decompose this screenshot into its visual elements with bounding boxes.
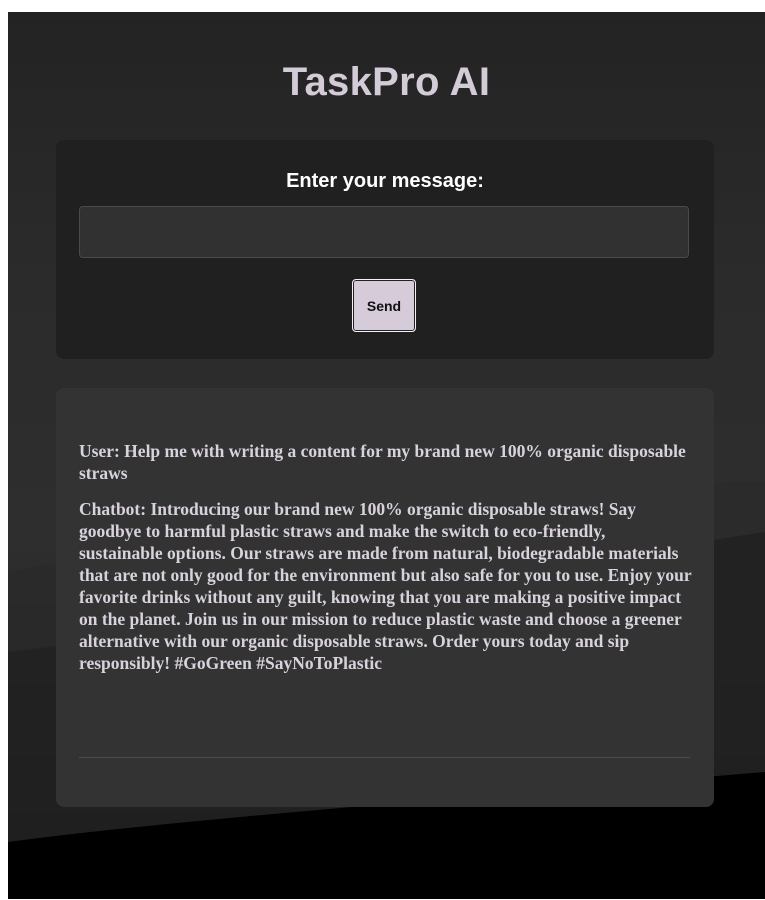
chat-panel: User: Help me with writing a content for… (56, 388, 714, 807)
message-input[interactable] (79, 206, 689, 258)
app-window: TaskPro AI Enter your message: Send User… (8, 12, 765, 899)
app-title: TaskPro AI (282, 60, 491, 104)
message-label: Enter your message: (286, 170, 484, 192)
chat-log: User: Help me with writing a content for… (79, 440, 693, 688)
chat-divider (79, 757, 690, 758)
message-form: Enter your message: Send (56, 140, 714, 359)
chat-message-user: User: Help me with writing a content for… (79, 441, 686, 483)
chat-message-chatbot: Chatbot: Introducing our brand new 100% … (79, 499, 692, 673)
send-button[interactable]: Send (352, 279, 416, 332)
